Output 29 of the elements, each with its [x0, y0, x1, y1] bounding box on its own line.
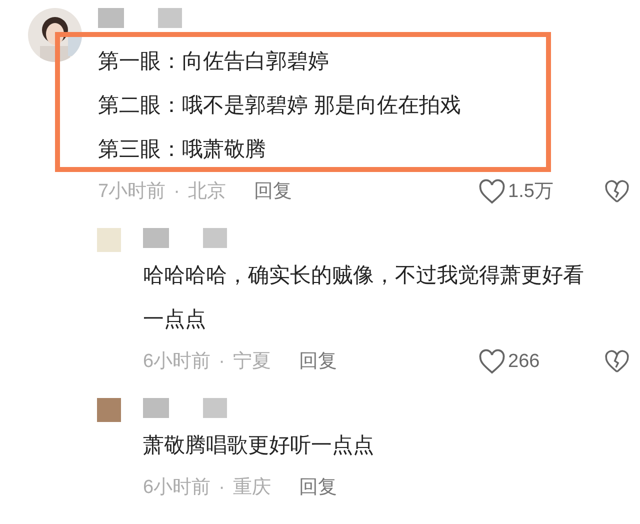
redacted-name	[203, 398, 227, 418]
separator-dot: ·	[174, 180, 180, 204]
timestamp: 7小时前	[98, 180, 166, 204]
location: 宁夏	[232, 350, 271, 374]
comment-text: 哈哈哈哈，确实长的贼像，不过我觉得萧更好看一点点	[143, 263, 585, 333]
broken-heart-icon[interactable]	[604, 349, 630, 375]
timestamp: 6小时前	[143, 350, 211, 374]
like-count: 1.5万	[508, 180, 554, 204]
separator-dot: ·	[218, 350, 225, 374]
comment-text: 第二眼：哦不是郭碧婷 那是向佐在拍戏	[98, 93, 462, 119]
like-count: 266	[508, 350, 541, 374]
heart-icon[interactable]	[478, 179, 506, 205]
redacted-name	[203, 228, 227, 248]
redacted-name	[98, 8, 124, 28]
redacted-name	[143, 398, 169, 418]
reply-button[interactable]: 回复	[298, 348, 337, 376]
reply-button[interactable]: 回复	[298, 474, 337, 502]
timestamp: 6小时前	[143, 476, 211, 500]
location: 重庆	[232, 476, 271, 500]
heart-icon[interactable]	[478, 349, 506, 375]
redacted-name	[143, 228, 169, 248]
broken-heart-icon[interactable]	[604, 179, 630, 205]
comment-text: 萧敬腾唱歌更好听一点点	[143, 433, 375, 459]
separator-dot: ·	[218, 476, 225, 500]
comment-text: 第三眼：哦萧敬腾	[98, 137, 267, 163]
location: 北京	[188, 180, 226, 204]
comment-text: 第一眼：向佐告白郭碧婷	[98, 49, 330, 75]
redacted-name	[158, 8, 182, 28]
reply-button[interactable]: 回复	[254, 178, 292, 206]
